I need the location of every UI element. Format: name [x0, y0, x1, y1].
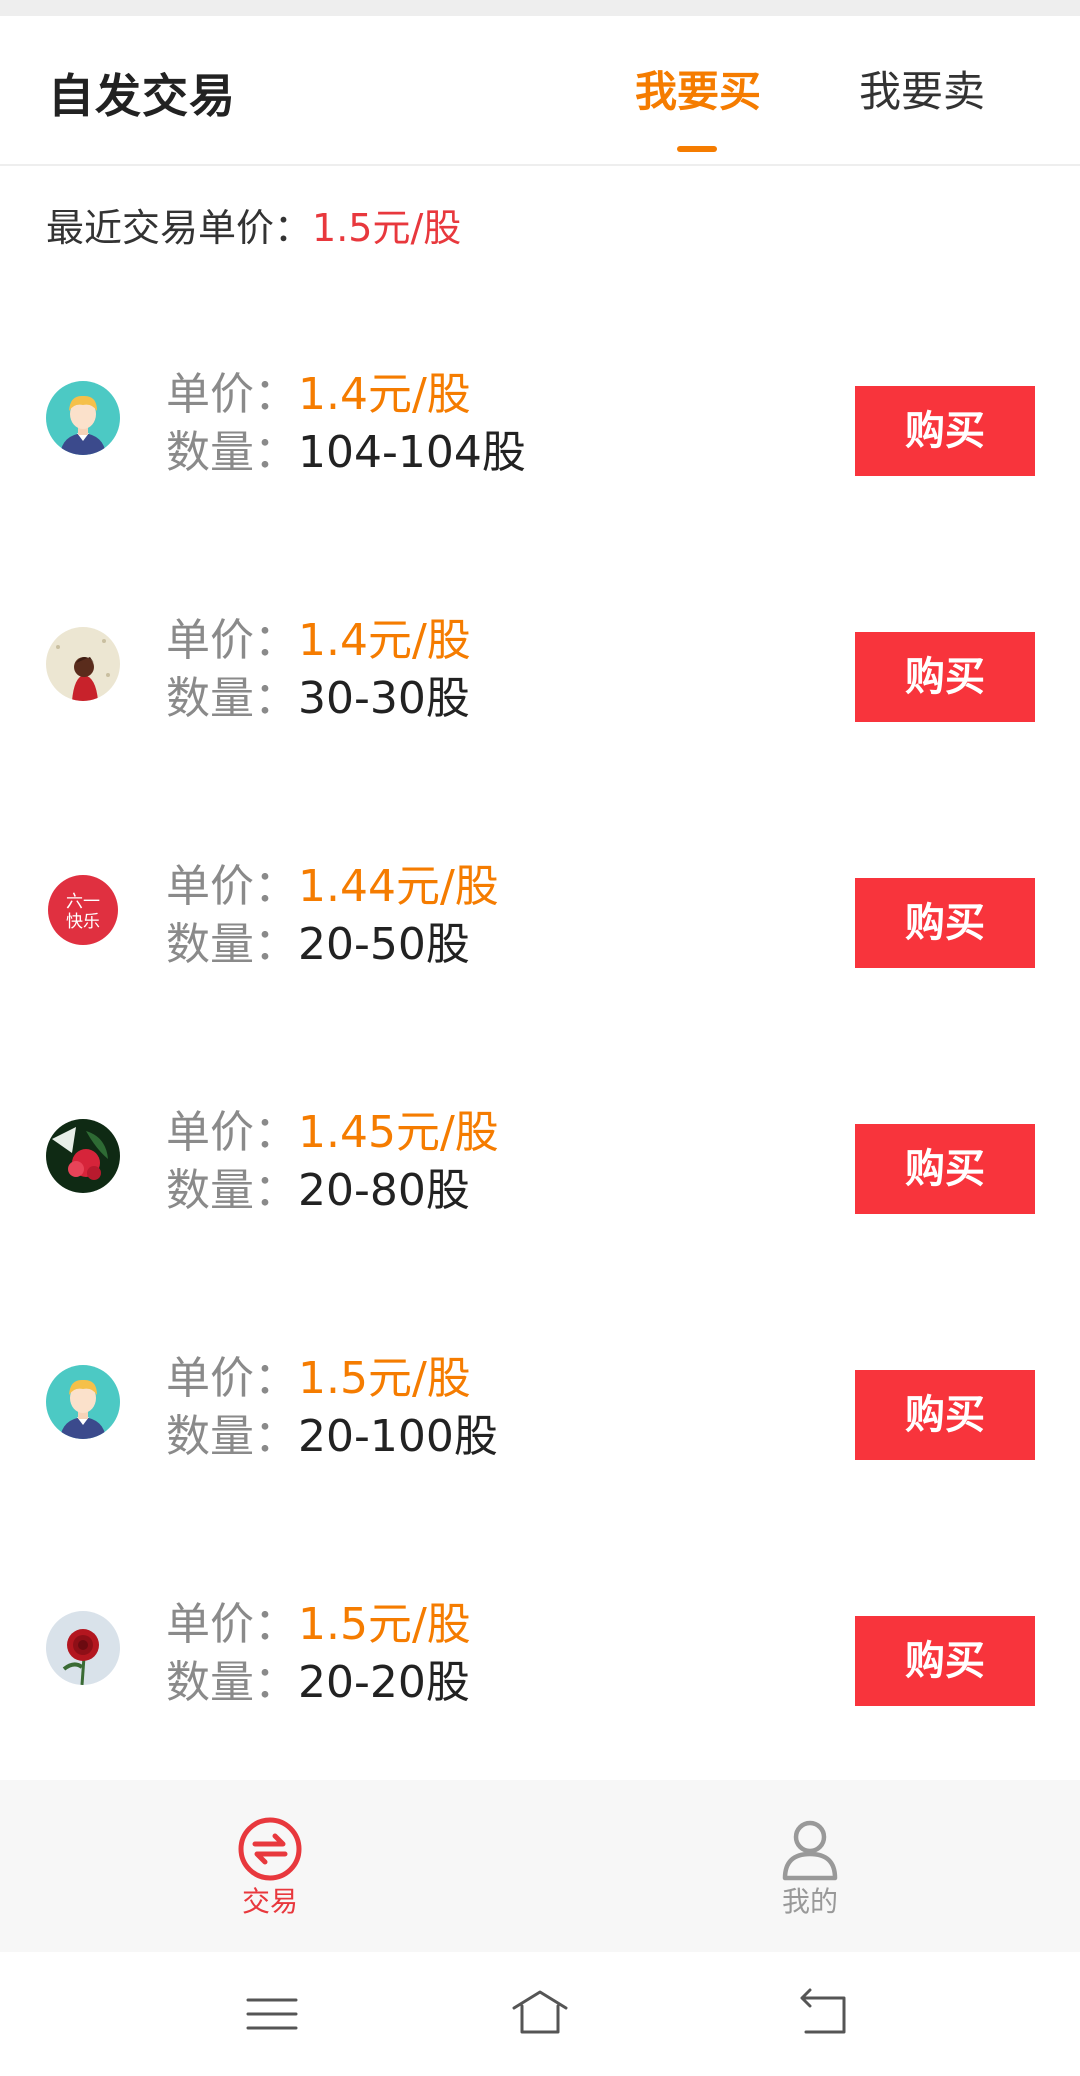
- tab-sell[interactable]: 我要卖: [852, 62, 992, 122]
- header: 自发交易 我要买 我要卖: [0, 16, 1080, 166]
- listing-row: 单价：1.45元/股 数量：20-80股 购买: [0, 1024, 1080, 1270]
- page-title: 自发交易: [48, 69, 236, 123]
- tabbar-item-mine[interactable]: 我的: [740, 1816, 880, 1920]
- bottom-tab-bar: 交易 我的: [0, 1780, 1080, 1952]
- quantity-value: 20-20股: [298, 1657, 470, 1708]
- quantity-value: 20-80股: [298, 1165, 470, 1216]
- listing-info: 单价：1.44元/股 数量：20-50股: [166, 858, 499, 974]
- listing-row: 单价：1.5元/股 数量：20-100股 购买: [0, 1270, 1080, 1516]
- quantity-value: 20-50股: [298, 919, 470, 970]
- badge-text: 六一快乐: [66, 892, 100, 932]
- buy-button[interactable]: 购买: [855, 878, 1035, 968]
- price-label: 单价：: [166, 1107, 298, 1158]
- price-value: 1.5元/股: [298, 1599, 471, 1650]
- app-screen: 自发交易 我要买 我要卖 最近交易单价：1.5元/股 单价：1.4元/股 数量：…: [0, 0, 1080, 2076]
- avatar-badge-icon: 六一快乐: [46, 873, 120, 947]
- quantity-label: 数量：: [166, 1165, 298, 1216]
- quantity-value: 30-30股: [298, 673, 470, 724]
- recent-price-label: 最近交易单价：: [46, 206, 313, 250]
- price-value: 1.4元/股: [298, 369, 471, 420]
- price-label: 单价：: [166, 369, 298, 420]
- buy-button[interactable]: 购买: [855, 632, 1035, 722]
- quantity-label: 数量：: [166, 1411, 298, 1462]
- quantity-label: 数量：: [166, 1657, 298, 1708]
- price-value: 1.5元/股: [298, 1353, 471, 1404]
- back-icon[interactable]: [794, 1984, 854, 2044]
- buy-button[interactable]: 购买: [855, 1616, 1035, 1706]
- avatar-boy-icon: [46, 381, 120, 455]
- recent-price: 最近交易单价：1.5元/股: [46, 200, 461, 256]
- price-label: 单价：: [166, 861, 298, 912]
- listing-info: 单价：1.4元/股 数量：30-30股: [166, 612, 471, 728]
- buy-button[interactable]: 购买: [855, 386, 1035, 476]
- price-label: 单价：: [166, 615, 298, 666]
- status-bar: [0, 0, 1080, 16]
- avatar-flower-icon: [46, 1119, 120, 1193]
- tabbar-label-trade: 交易: [241, 1885, 298, 1918]
- quantity-value: 20-100股: [298, 1411, 498, 1462]
- price-value: 1.4元/股: [298, 615, 471, 666]
- quantity-value: 104-104股: [298, 427, 526, 478]
- tab-buy[interactable]: 我要买: [628, 62, 768, 122]
- buy-button[interactable]: 购买: [855, 1124, 1035, 1214]
- recent-price-value: 1.5元/股: [312, 206, 462, 250]
- tabbar-item-trade[interactable]: 交易: [200, 1816, 340, 1920]
- listing-info: 单价：1.5元/股 数量：20-20股: [166, 1596, 471, 1712]
- buy-button[interactable]: 购买: [855, 1370, 1035, 1460]
- price-value: 1.45元/股: [298, 1107, 499, 1158]
- quantity-label: 数量：: [166, 919, 298, 970]
- system-nav-bar: [0, 1952, 1080, 2076]
- price-label: 单价：: [166, 1599, 298, 1650]
- listing-info: 单价：1.45元/股 数量：20-80股: [166, 1104, 499, 1220]
- listing-row: 六一快乐 单价：1.44元/股 数量：20-50股 购买: [0, 778, 1080, 1024]
- listing-row: 单价：1.5元/股 数量：20-20股 购买: [0, 1516, 1080, 1762]
- avatar-boy-icon: [46, 1365, 120, 1439]
- quantity-label: 数量：: [166, 673, 298, 724]
- home-icon[interactable]: [510, 1984, 570, 2044]
- user-icon: [782, 1820, 838, 1881]
- price-label: 单价：: [166, 1353, 298, 1404]
- listing-info: 单价：1.4元/股 数量：104-104股: [166, 366, 526, 482]
- quantity-label: 数量：: [166, 427, 298, 478]
- listing-row: 单价：1.4元/股 数量：30-30股 购买: [0, 532, 1080, 778]
- tabbar-label-mine: 我的: [781, 1885, 838, 1918]
- active-tab-indicator: [677, 146, 717, 152]
- exchange-icon: [238, 1817, 302, 1881]
- avatar-girl-icon: [46, 627, 120, 701]
- menu-icon[interactable]: [242, 1984, 302, 2044]
- avatar-rose-icon: [46, 1611, 120, 1685]
- listing-info: 单价：1.5元/股 数量：20-100股: [166, 1350, 498, 1466]
- price-value: 1.44元/股: [298, 861, 499, 912]
- listing-row: 单价：1.4元/股 数量：104-104股 购买: [0, 286, 1080, 532]
